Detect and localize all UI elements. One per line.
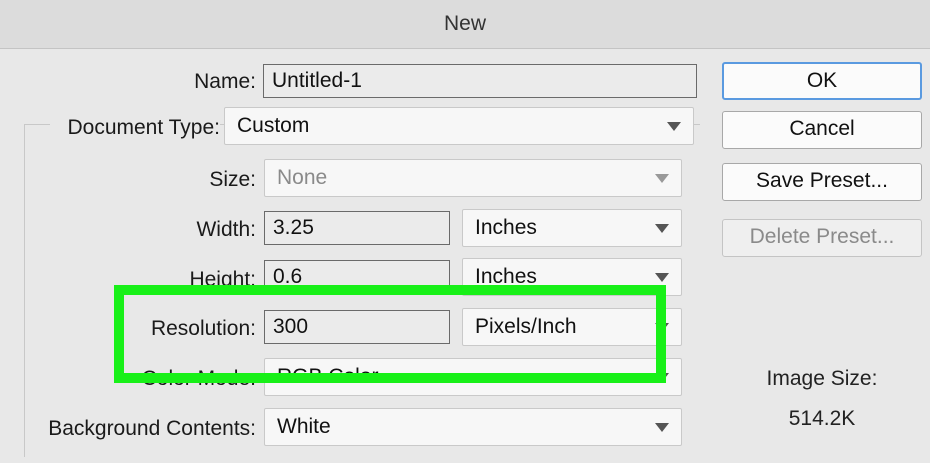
document-type-value: Custom [237,114,310,137]
width-label: Width: [196,218,256,241]
chevron-down-icon [655,423,669,432]
width-field[interactable]: 3.25 [264,211,450,245]
name-label: Name: [194,70,256,93]
size-value: None [277,166,328,189]
width-unit-value: Inches [475,216,537,239]
image-size-label: Image Size: [766,367,878,390]
name-field[interactable]: Untitled-1 [263,64,697,98]
background-contents-value: White [277,415,331,438]
chevron-down-icon [655,224,669,233]
width-unit-select[interactable]: Inches [462,209,682,247]
image-size-value: 514.2K [788,407,856,430]
resolution-highlight-box [114,285,666,383]
dialog-title-bar: New [0,0,930,49]
cancel-button[interactable]: Cancel [722,111,922,149]
background-contents-label: Background Contents: [48,417,256,440]
chevron-down-icon [655,273,669,282]
size-label: Size: [209,168,256,191]
background-contents-select[interactable]: White [264,408,682,446]
document-type-label: Document Type: [50,116,220,140]
size-select[interactable]: None [264,159,682,197]
delete-preset-button[interactable]: Delete Preset... [722,219,922,257]
dialog-title: New [443,12,486,35]
save-preset-button[interactable]: Save Preset... [722,163,922,201]
document-type-select[interactable]: Custom [224,107,694,145]
chevron-down-icon [655,174,669,183]
ok-button[interactable]: OK [722,62,922,100]
chevron-down-icon [667,122,681,131]
